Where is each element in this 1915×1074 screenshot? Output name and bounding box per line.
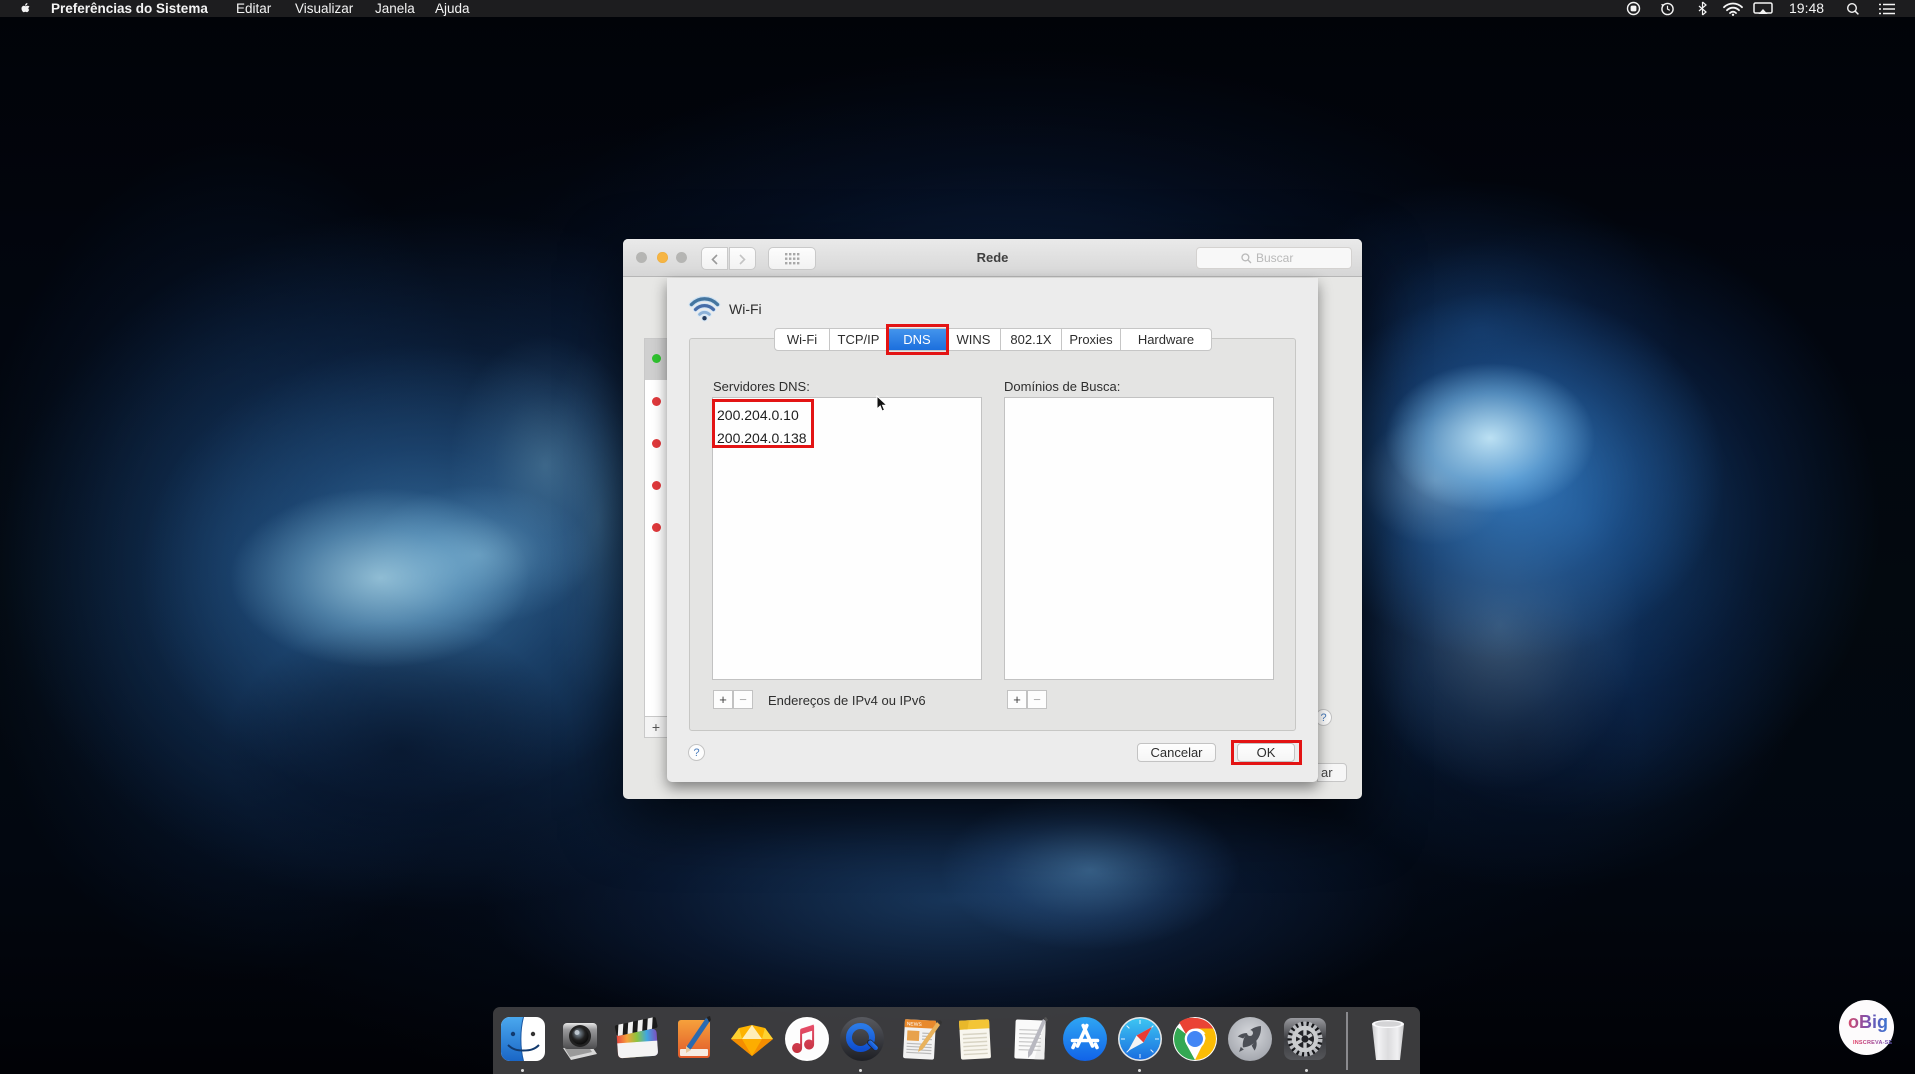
svg-text:NEWS: NEWS [907, 1021, 923, 1028]
